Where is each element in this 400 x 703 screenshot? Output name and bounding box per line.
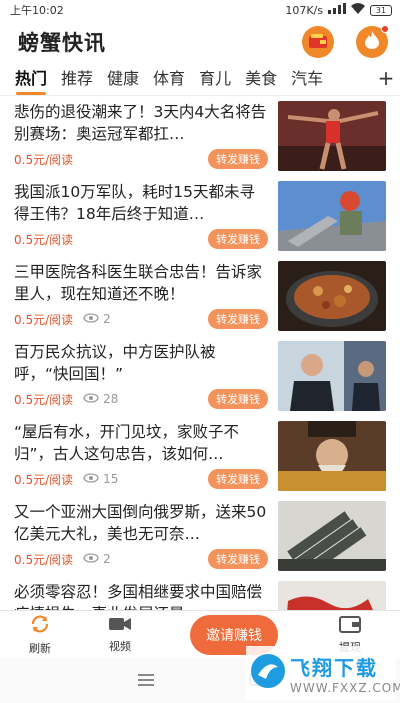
category-tabs: 热门 推荐 健康 体育 育儿 美食 汽车 + [0, 64, 400, 96]
tab-health[interactable]: 健康 [100, 65, 146, 95]
share-earn-button[interactable]: 转发赚钱 [208, 389, 268, 409]
view-count: 28 [103, 392, 119, 406]
view-count: 2 [103, 312, 111, 326]
tab-parenting[interactable]: 育儿 [192, 65, 238, 95]
watermark-url: WWW.FXXZ.COM [290, 680, 400, 695]
signal-icon [328, 3, 346, 17]
reward-price: 0.5元/阅读 [14, 312, 74, 327]
athlete-thumbnail[interactable] [278, 101, 386, 171]
share-earn-button[interactable]: 转发赚钱 [208, 469, 268, 489]
news-feed[interactable]: 悲伤的退役潮来了！3天内4大名将告别赛场：奥运冠军都扛… 0.5元/阅读 转发赚… [0, 96, 400, 610]
tab-food[interactable]: 美食 [238, 65, 284, 95]
refresh-icon [29, 613, 51, 638]
app-title: 螃蟹快讯 [18, 31, 106, 55]
news-title: “屋后有水，开门见坟，家败子不归”，古人这句忠告，该如何… [14, 423, 240, 463]
news-title: 三甲医院各科医生联合忠告！告诉家里人，现在知道还不晚！ [14, 263, 263, 303]
menu-icon[interactable] [137, 671, 154, 690]
eye-icon [83, 312, 99, 326]
tab-hot[interactable]: 热门 [8, 65, 54, 95]
news-title: 我国派10万军队，耗时15天都未寻得王伟？18年后终于知道… [14, 183, 255, 223]
wifi-icon [351, 3, 365, 17]
battery-icon: 31 [370, 4, 392, 16]
video-camera-icon [108, 615, 132, 636]
news-title: 必须零容忍！多国相继要求中国赔偿疫情损失，事业发展还是 [14, 583, 263, 610]
reward-price: 0.5元/阅读 [14, 232, 74, 247]
news-title: 悲伤的退役潮来了！3天内4大名将告别赛场：奥运冠军都扛… [14, 103, 267, 143]
eye-icon [83, 472, 99, 486]
tab-auto[interactable]: 汽车 [284, 65, 330, 95]
refresh-tab[interactable]: 刷新 [0, 613, 80, 656]
wallet-icon [309, 33, 327, 52]
news-item[interactable]: 三甲医院各科医生联合忠告！告诉家里人，现在知道还不晚！ 0.5元/阅读 2 转发… [0, 256, 400, 336]
emperor-thumbnail[interactable] [278, 421, 386, 491]
news-item[interactable]: 我国派10万军队，耗时15天都未寻得王伟？18年后终于知道… 0.5元/阅读 转… [0, 176, 400, 256]
share-earn-button[interactable]: 转发赚钱 [208, 229, 268, 249]
share-earn-button[interactable]: 转发赚钱 [208, 309, 268, 329]
flame-icon [364, 31, 380, 53]
tab-sports[interactable]: 体育 [146, 65, 192, 95]
news-item[interactable]: 百万民众抗议，中方医护队被呼，“快回国！” 0.5元/阅读 28 转发赚钱 [0, 336, 400, 416]
map-thumbnail[interactable] [278, 581, 386, 610]
refresh-label: 刷新 [29, 642, 51, 655]
video-tab[interactable]: 视频 [80, 615, 160, 654]
reward-price: 0.5元/阅读 [14, 552, 74, 567]
app-header: 螃蟹快讯 [0, 20, 400, 64]
food-thumbnail[interactable] [278, 261, 386, 331]
network-speed: 107K/s [285, 3, 323, 17]
news-anchor-thumbnail[interactable] [278, 341, 386, 411]
reward-price: 0.5元/阅读 [14, 392, 74, 407]
watermark-icon [250, 653, 286, 693]
view-count: 2 [103, 552, 111, 566]
flame-button[interactable] [356, 25, 389, 58]
notification-dot [381, 25, 389, 33]
share-earn-button[interactable]: 转发赚钱 [208, 149, 268, 169]
view-count: 15 [103, 472, 119, 486]
watermark-logo: 飞翔下载 WWW.FXXZ.COM [246, 646, 400, 700]
eye-icon [83, 392, 99, 406]
news-title: 又一个亚洲大国倒向俄罗斯，送来50亿美元大礼，美也无可奈… [14, 503, 267, 543]
news-title: 百万民众抗议，中方医护队被呼，“快回国！” [14, 343, 216, 383]
news-item[interactable]: 必须零容忍！多国相继要求中国赔偿疫情损失，事业发展还是 [0, 576, 400, 610]
news-item[interactable]: “屋后有水，开门见坟，家败子不归”，古人这句忠告，该如何… 0.5元/阅读 15… [0, 416, 400, 496]
reward-price: 0.5元/阅读 [14, 152, 74, 167]
status-time: 上午10:02 [10, 4, 64, 17]
eye-icon [83, 552, 99, 566]
pilot-thumbnail[interactable] [278, 181, 386, 251]
withdraw-icon [339, 614, 361, 637]
wallet-button[interactable] [302, 26, 334, 58]
news-item[interactable]: 悲伤的退役潮来了！3天内4大名将告别赛场：奥运冠军都扛… 0.5元/阅读 转发赚… [0, 96, 400, 176]
news-item[interactable]: 又一个亚洲大国倒向俄罗斯，送来50亿美元大礼，美也无可奈… 0.5元/阅读 2 … [0, 496, 400, 576]
status-bar: 上午10:02 107K/s 31 [0, 0, 400, 20]
video-label: 视频 [109, 640, 131, 653]
missile-thumbnail[interactable] [278, 501, 386, 571]
watermark-text: 飞翔下载 [290, 655, 378, 680]
share-earn-button[interactable]: 转发赚钱 [208, 549, 268, 569]
reward-price: 0.5元/阅读 [14, 472, 74, 487]
tab-recommend[interactable]: 推荐 [54, 65, 100, 95]
add-tab-button[interactable]: + [372, 64, 400, 95]
